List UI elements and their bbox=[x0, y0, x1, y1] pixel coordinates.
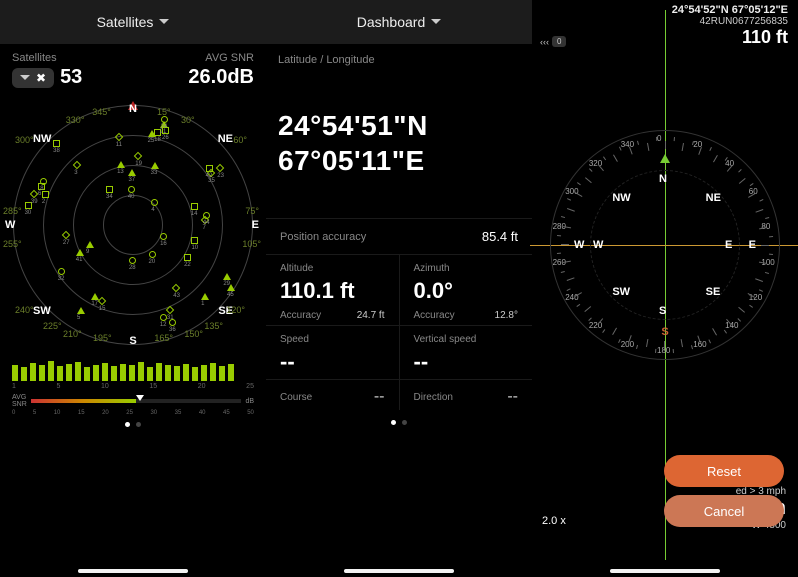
tab-satellites[interactable]: Satellites bbox=[0, 0, 266, 44]
satellite-marker: 43 bbox=[173, 285, 181, 293]
tab-dashboard[interactable]: Dashboard bbox=[266, 0, 532, 44]
home-indicator[interactable] bbox=[610, 569, 720, 573]
satellite-marker: 5 bbox=[77, 307, 85, 315]
satellite-filter-pill[interactable]: ✖ bbox=[12, 68, 54, 88]
cardinal-e: E bbox=[252, 219, 259, 231]
satellite-count: 53 bbox=[60, 66, 82, 89]
satellite-marker: 27 bbox=[63, 232, 71, 240]
satellite-marker: 26 bbox=[162, 127, 170, 135]
home-indicator[interactable] bbox=[78, 569, 188, 573]
satellites-panel: Satellites Satellites AVG SNR ✖ 53 26.0d… bbox=[0, 0, 266, 577]
satellite-marker: 28 bbox=[129, 257, 137, 265]
altitude-accuracy: 24.7 ft bbox=[357, 310, 385, 321]
satellite-marker: 40 bbox=[128, 186, 136, 194]
avg-snr-label: AVG SNR bbox=[205, 52, 254, 64]
azimuth-value: 0.0° bbox=[414, 278, 519, 304]
satellite-marker: 23 bbox=[217, 165, 225, 173]
avg-snr-value: 26.0dB bbox=[188, 66, 254, 89]
latlon-label: Latitude / Longitude bbox=[266, 44, 532, 72]
satellite-marker: 32 bbox=[58, 268, 66, 276]
satellite-marker: 41 bbox=[76, 249, 84, 257]
satellite-marker: 22 bbox=[184, 254, 192, 262]
cardinal-s: S bbox=[129, 335, 136, 347]
direction-label: Direction bbox=[414, 392, 453, 403]
cardinal-n: N bbox=[129, 103, 137, 115]
azimuth-label: Azimuth bbox=[414, 263, 519, 274]
page-dots[interactable] bbox=[0, 422, 266, 427]
cardinal-w: W bbox=[5, 219, 15, 231]
satellite-marker: 8 bbox=[40, 178, 48, 186]
sky-plot: N NE E SE S SW W NW 15° 30° 345° 330° 60… bbox=[13, 105, 253, 345]
azimuth-accuracy: 12.8° bbox=[495, 310, 518, 321]
cardinal-s: S bbox=[661, 326, 668, 338]
north-arrow-icon bbox=[660, 154, 670, 163]
position-accuracy-label: Position accuracy bbox=[280, 231, 366, 243]
satellite-marker: 3 bbox=[74, 162, 82, 170]
altitude-label: Altitude bbox=[280, 263, 385, 274]
avg-snr-marker bbox=[136, 395, 144, 401]
satellite-marker: 25 bbox=[148, 130, 156, 138]
satellite-marker: 45 bbox=[227, 284, 235, 292]
satellite-marker: 39 bbox=[31, 191, 39, 199]
satellite-marker: 16 bbox=[160, 233, 168, 241]
latitude-value: 24°54'51"N bbox=[266, 108, 532, 143]
satellite-marker: 11 bbox=[116, 134, 124, 142]
cardinal-e: E bbox=[749, 239, 756, 251]
vspeed-label: Vertical speed bbox=[414, 334, 519, 345]
nav-rewind[interactable]: ‹‹‹ 0 bbox=[540, 36, 566, 47]
satellite-marker: 44 bbox=[203, 212, 211, 220]
reset-button[interactable]: Reset bbox=[664, 455, 784, 487]
satellite-marker: 20 bbox=[149, 251, 157, 259]
chevron-down-icon bbox=[159, 19, 169, 25]
dashboard-panel: Dashboard Latitude / Longitude 24°54'51"… bbox=[266, 0, 532, 577]
position-accuracy-value: 85.4 ft bbox=[482, 229, 518, 244]
cancel-button[interactable]: Cancel bbox=[664, 495, 784, 527]
snr-bars bbox=[12, 359, 254, 381]
satellite-marker: 42 bbox=[206, 165, 214, 173]
chevron-down-icon bbox=[20, 75, 30, 81]
satellite-marker: 29 bbox=[223, 273, 231, 281]
avg-snr-bar: AVG SNR dB bbox=[12, 394, 254, 408]
cardinal-nw: NW bbox=[33, 133, 51, 145]
altitude-value: 110.1 ft bbox=[280, 278, 385, 304]
satellite-marker: 2 bbox=[42, 191, 50, 199]
satellite-marker: 33 bbox=[151, 162, 159, 170]
longitude-value: 67°05'11"E bbox=[266, 143, 532, 178]
satellite-marker: 15 bbox=[99, 298, 107, 306]
satellite-marker: 4 bbox=[151, 199, 159, 207]
course-value: -- bbox=[374, 388, 385, 406]
course-label: Course bbox=[280, 392, 312, 403]
vspeed-value: -- bbox=[414, 349, 519, 375]
satellite-marker: 37 bbox=[128, 169, 136, 177]
satellite-marker: 36 bbox=[169, 319, 177, 327]
zoom-level: 2.0 x bbox=[542, 515, 566, 527]
compass-rose[interactable]: S E W 0204060801001201401601802002202402… bbox=[550, 130, 780, 360]
satellite-marker: 9 bbox=[86, 241, 94, 249]
satellite-marker: 31 bbox=[167, 307, 175, 315]
cardinal-w: W bbox=[574, 239, 584, 251]
satellite-marker: 17 bbox=[91, 293, 99, 301]
satellite-marker: 14 bbox=[191, 203, 199, 211]
page-dots[interactable] bbox=[266, 420, 532, 425]
direction-value: -- bbox=[507, 388, 518, 406]
satellite-marker: 13 bbox=[117, 161, 125, 169]
cardinal-sw: SW bbox=[33, 305, 51, 317]
cardinal-ne: NE bbox=[218, 133, 233, 145]
speed-value: -- bbox=[280, 349, 385, 375]
tab-satellites-label: Satellites bbox=[97, 14, 154, 30]
chevron-down-icon bbox=[431, 19, 441, 25]
satellite-marker: 38 bbox=[53, 140, 61, 148]
home-indicator[interactable] bbox=[344, 569, 454, 573]
pin-icon: ✖ bbox=[36, 71, 46, 85]
speed-label: Speed bbox=[280, 334, 385, 345]
compass-panel: 24°54'52"N 67°05'12"E 42RUN0677256835 11… bbox=[532, 0, 798, 577]
satellite-marker: 1 bbox=[201, 293, 209, 301]
satellite-marker: 34 bbox=[106, 186, 114, 194]
tab-dashboard-label: Dashboard bbox=[357, 14, 426, 30]
satellite-marker: 10 bbox=[191, 237, 199, 245]
satellite-marker: 19 bbox=[135, 153, 143, 161]
satellite-marker: 24 bbox=[161, 116, 169, 124]
satellites-label: Satellites bbox=[12, 52, 57, 64]
